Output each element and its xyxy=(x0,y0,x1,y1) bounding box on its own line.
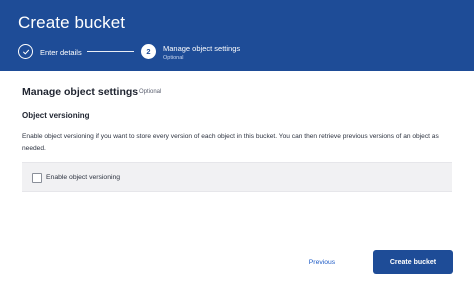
step-1-label: Enter details xyxy=(40,48,82,57)
step-connector xyxy=(87,51,134,52)
check-icon xyxy=(22,43,30,61)
versioning-description: Enable object versioning if you want to … xyxy=(22,133,439,152)
enable-versioning-checkbox[interactable] xyxy=(32,173,42,183)
dialog-title: Create bucket xyxy=(18,13,126,32)
section-optional-tag: Optional xyxy=(139,89,162,95)
step-2-label: Manage object settings xyxy=(163,44,241,53)
dialog-header: Create bucket Enter details 2 Manage obj… xyxy=(0,0,474,71)
versioning-heading: Object versioning xyxy=(22,111,90,120)
previous-button[interactable]: Previous xyxy=(300,255,344,269)
enable-versioning-label[interactable]: Enable object versioning xyxy=(46,174,120,181)
step-2-indicator: 2 xyxy=(141,44,156,59)
section-title: Manage object settings xyxy=(22,86,139,98)
step-1-indicator xyxy=(18,44,33,59)
create-bucket-button[interactable]: Create bucket xyxy=(373,250,453,274)
step-2-sublabel: Optional xyxy=(163,55,184,61)
versioning-option-panel: Enable object versioning xyxy=(22,162,452,192)
